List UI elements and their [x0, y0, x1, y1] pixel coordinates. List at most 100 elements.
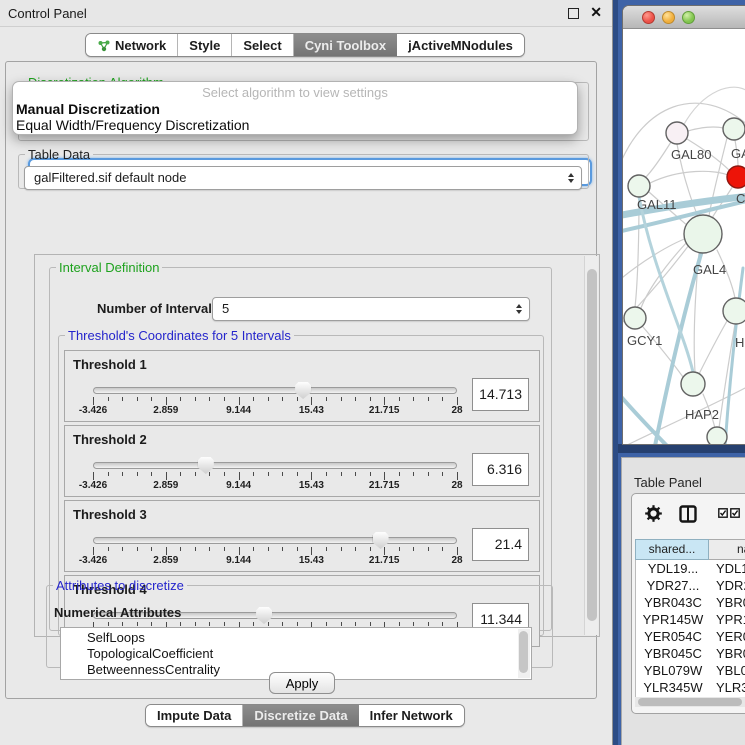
tab-cyni-toolbox[interactable]: Cyni Toolbox [294, 34, 397, 56]
float-window-icon[interactable] [568, 8, 579, 19]
tick-mark [268, 547, 269, 551]
tick-label: -3.426 [79, 405, 107, 416]
vertical-scrollbar[interactable] [584, 256, 598, 635]
close-traffic-light-icon[interactable] [642, 11, 655, 24]
tab-label: Impute Data [157, 708, 231, 723]
network-edge[interactable] [699, 321, 727, 374]
network-node-c[interactable] [727, 166, 745, 188]
apply-button[interactable]: Apply [269, 672, 335, 694]
tab-style[interactable]: Style [178, 34, 232, 56]
table-row[interactable]: YBR043CYBR0 [636, 594, 745, 611]
threshold-label: Threshold 3 [73, 507, 147, 522]
list-scrollbar[interactable] [518, 629, 530, 678]
slider-track[interactable] [93, 462, 457, 469]
network-window-titlebar[interactable] [623, 6, 745, 29]
tick-mark [268, 397, 269, 401]
slider-ticks [93, 397, 457, 406]
network-node-gcy1[interactable] [624, 307, 646, 329]
panel-splitter[interactable] [613, 0, 618, 745]
list-item-selfloops[interactable]: SelfLoops [87, 630, 531, 646]
scrollbar-thumb[interactable] [587, 269, 597, 621]
tab-select[interactable]: Select [232, 34, 293, 56]
horizontal-scrollbar[interactable] [635, 697, 745, 707]
network-node-h[interactable] [723, 298, 745, 324]
tick-mark [413, 397, 414, 401]
network-node[interactable] [707, 427, 727, 445]
table-data-group: Table Data galFiltered.sif default node [18, 147, 589, 189]
threshold-value-field[interactable]: 14.713 [472, 378, 529, 411]
tick-mark [428, 547, 429, 551]
tick-mark [341, 472, 342, 476]
slider-track[interactable] [93, 387, 457, 394]
tick-label: 21.715 [369, 405, 400, 416]
network-canvas[interactable]: GAL80GACGAL11GAL4GCY1HHAP2 [623, 30, 745, 445]
combo-stepper-icon[interactable] [516, 304, 522, 314]
close-icon[interactable]: ✕ [590, 4, 602, 21]
table-body[interactable]: YDL19...YDL1YDR27...YDR2YBR043CYBR0YPR14… [635, 560, 745, 707]
tab-label: Infer Network [370, 708, 453, 723]
checkbox-icon[interactable] [730, 508, 740, 518]
combo-stepper-icon[interactable] [568, 173, 574, 183]
cell-name: YLR3 [710, 679, 745, 696]
table-row[interactable]: YER054CYER0 [636, 628, 745, 645]
tick-mark [282, 547, 283, 551]
list-item-topologicalcoefficient[interactable]: TopologicalCoefficient [87, 646, 531, 662]
panel-title: Control Panel [8, 6, 87, 21]
tab-discretize-data[interactable]: Discretize Data [243, 705, 358, 726]
tick-mark [311, 472, 312, 480]
column-header-name[interactable]: na [709, 539, 745, 560]
node-label: HAP2 [685, 407, 719, 422]
tab-network[interactable]: Network [86, 34, 178, 56]
tick-mark [195, 547, 196, 551]
algorithm-prompt: Select algorithm to view settings [13, 85, 577, 101]
network-node-gal80[interactable] [666, 122, 688, 144]
threshold-value-field[interactable]: 6.316 [472, 453, 529, 486]
network-edge[interactable] [645, 142, 671, 178]
tick-mark [180, 547, 181, 551]
tick-mark [239, 397, 240, 405]
tick-mark [428, 472, 429, 476]
scrollbar-thumb[interactable] [638, 698, 742, 706]
slider-track[interactable] [93, 537, 457, 544]
network-edge[interactable] [688, 127, 723, 131]
table-row[interactable]: YBR045CYBR0 [636, 645, 745, 662]
tick-mark [384, 397, 385, 405]
tick-mark [108, 397, 109, 401]
algorithm-option-equal-width-frequency-discretization[interactable]: Equal Width/Frequency Discretization [13, 117, 577, 133]
table-row[interactable]: YLR345WYLR3 [636, 679, 745, 696]
tick-mark [457, 472, 458, 480]
threshold-2-panel: Threshold 2-3.4262.8599.14415.4321.71528… [64, 425, 540, 497]
network-node-ga[interactable] [723, 118, 745, 140]
tab-jactivemnodules[interactable]: jActiveMNodules [397, 34, 524, 56]
network-node-gal4[interactable] [684, 215, 722, 253]
scrollbar-thumb[interactable] [519, 631, 528, 673]
table-row[interactable]: YDR27...YDR2 [636, 577, 745, 594]
tab-infer-network[interactable]: Infer Network [359, 705, 464, 726]
tick-mark [209, 547, 210, 551]
zoom-traffic-light-icon[interactable] [682, 11, 695, 24]
table-row[interactable]: YBL079WYBL0 [636, 662, 745, 679]
table-row[interactable]: YPR145WYPR1 [636, 611, 745, 628]
algorithm-option-manual-discretization[interactable]: Manual Discretization [13, 101, 577, 117]
network-node-hap2[interactable] [681, 372, 705, 396]
gear-icon[interactable] [645, 505, 662, 522]
tick-mark [442, 547, 443, 551]
table-data-combobox[interactable]: galFiltered.sif default node [24, 166, 582, 190]
tick-mark [224, 547, 225, 551]
tab-label: Discretize Data [254, 708, 347, 723]
network-node-gal11[interactable] [628, 175, 650, 197]
column-header-shared-name[interactable]: shared... [635, 539, 709, 560]
checkbox-icon[interactable] [718, 508, 728, 518]
network-edge[interactable] [641, 242, 687, 308]
minimize-traffic-light-icon[interactable] [662, 11, 675, 24]
number-of-intervals-combobox[interactable]: 5 [212, 297, 530, 321]
tick-mark [370, 397, 371, 401]
cell-name: YBL0 [710, 662, 745, 679]
network-edge[interactable] [623, 392, 683, 445]
table-row[interactable]: YDL19...YDL1 [636, 560, 745, 577]
tick-mark [442, 397, 443, 401]
threshold-value-field[interactable]: 21.4 [472, 528, 529, 561]
tab-impute-data[interactable]: Impute Data [146, 705, 243, 726]
columns-icon[interactable] [679, 505, 697, 523]
tick-mark [122, 472, 123, 476]
